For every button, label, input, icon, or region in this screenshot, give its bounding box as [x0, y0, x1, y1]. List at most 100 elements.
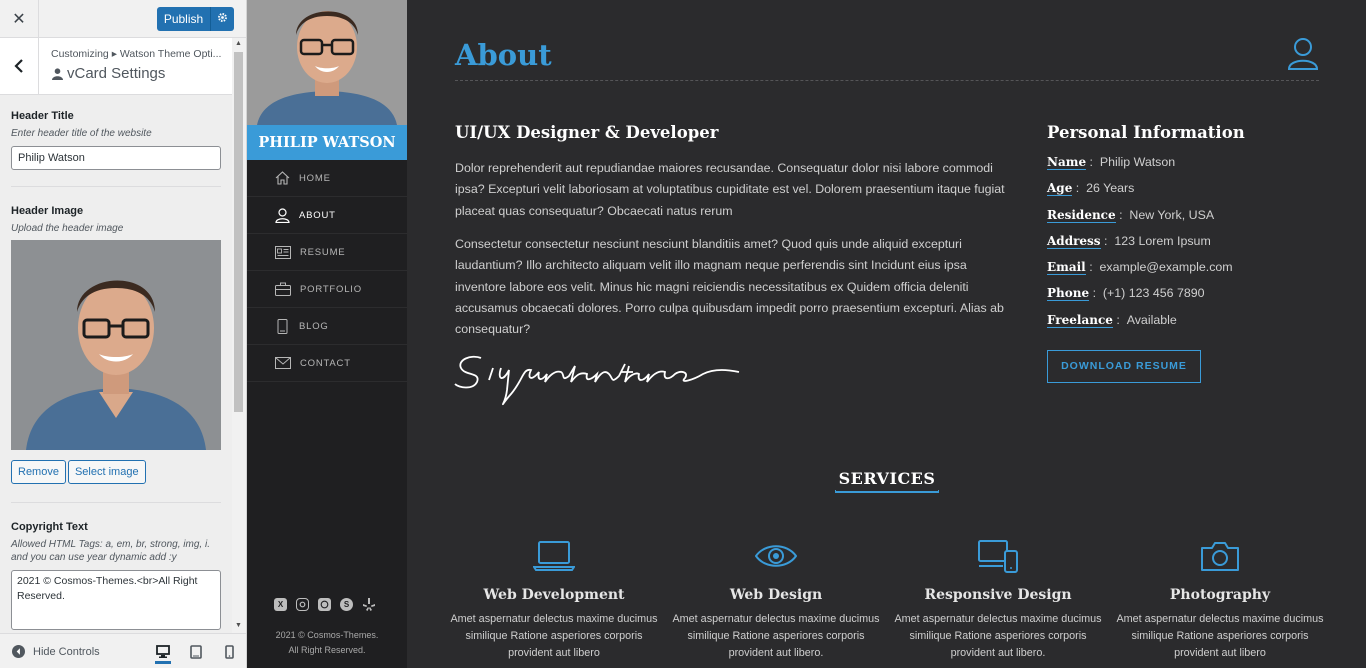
info-row: Name : Philip Watson: [1047, 155, 1176, 170]
customizer-controls: Header Title Enter header title of the w…: [0, 95, 232, 633]
nav-item-resume[interactable]: RESUME: [247, 234, 407, 271]
info-row: Phone : (+1) 123 456 7890: [1047, 286, 1205, 302]
nav-item-contact[interactable]: CONTACT: [247, 345, 407, 382]
header-image-preview: [11, 240, 221, 450]
service-description: Amet aspernatur delectus maxime ducimus …: [450, 613, 658, 659]
close-customizer-button[interactable]: ✕: [0, 0, 39, 37]
about-paragraph-2: Consectetur consectetur nesciunt nesciun…: [455, 237, 1004, 337]
info-value: Philip Watson: [1099, 155, 1176, 169]
camera-icon: [1109, 537, 1331, 575]
profile-portrait: [247, 0, 407, 125]
copyright-label: Copyright Text: [11, 521, 88, 533]
mobile-preview-button[interactable]: [221, 644, 237, 660]
user-icon: [52, 67, 63, 80]
collapse-arrow-icon[interactable]: [12, 645, 25, 658]
personal-info-list: Name : Philip Watson Age : 26 Years Resi…: [1047, 155, 1233, 339]
customizer-scrollbar[interactable]: ▲ ▼: [232, 38, 246, 633]
service-card: Responsive Design Amet aspernatur delect…: [887, 537, 1109, 662]
back-button[interactable]: [0, 38, 39, 94]
nav-label[interactable]: PORTFOLIO: [300, 284, 362, 295]
social-links: X S: [274, 598, 375, 611]
info-row: Address : 123 Lorem Ipsum: [1047, 233, 1211, 249]
service-card: Photography Amet aspernatur delectus max…: [1109, 537, 1331, 662]
whatsapp-icon[interactable]: [318, 598, 331, 611]
scroll-down-icon[interactable]: ▼: [235, 622, 242, 629]
services-underline: [835, 490, 939, 493]
main-content: About UI/UX Designer & Developer Dolor r…: [407, 0, 1366, 668]
header-image-control: Header Image Upload the header image Rem…: [11, 205, 221, 484]
signature-image: [453, 350, 743, 419]
customizer-section-header: Customizing ▸ Watson Theme Opti... vCard…: [0, 38, 232, 95]
customizer-panel: ✕ Publish Customizing ▸ Watson Theme Opt…: [0, 0, 247, 668]
publish-settings-gear-icon[interactable]: [211, 12, 234, 26]
breadcrumb: Customizing ▸ Watson Theme Opti...: [51, 48, 222, 60]
info-row: Freelance : Available: [1047, 312, 1177, 328]
header-title-label: Header Title: [11, 110, 74, 122]
publish-label[interactable]: Publish: [157, 7, 211, 31]
service-card: Web Development Amet aspernatur delectus…: [443, 537, 665, 662]
yelp-icon[interactable]: [362, 598, 375, 611]
envelope-icon: [275, 357, 291, 369]
info-key: Residence: [1047, 207, 1116, 223]
scrollbar-thumb[interactable]: [234, 52, 243, 412]
tablet-preview-button[interactable]: [188, 644, 204, 660]
remove-image-button[interactable]: Remove: [11, 460, 66, 484]
tablet-icon[interactable]: [190, 645, 202, 659]
vcard-sidebar: PHILIP WATSON HOME ABOUT RESUME PORTFOLI…: [247, 0, 407, 668]
download-resume-button[interactable]: DOWNLOAD RESUME: [1047, 350, 1201, 383]
header-title-input[interactable]: [11, 146, 221, 170]
nav-item-blog[interactable]: BLOG: [247, 308, 407, 345]
service-name: Photography: [1169, 587, 1271, 603]
section-title-text: vCard Settings: [67, 65, 166, 82]
divider: [11, 502, 221, 503]
hide-controls-label[interactable]: Hide Controls: [33, 646, 100, 658]
copyright-textarea[interactable]: 2021 © Cosmos-Themes.<br>All Right Reser…: [11, 570, 221, 630]
info-value: (+1) 123 456 7890: [1102, 286, 1205, 301]
service-name: Web Development: [483, 587, 625, 603]
nav-label[interactable]: CONTACT: [300, 358, 351, 369]
resume-icon: [275, 245, 291, 259]
skype-icon[interactable]: S: [340, 598, 353, 611]
nav-item-home[interactable]: HOME: [247, 160, 407, 197]
scroll-up-icon[interactable]: ▲: [235, 40, 242, 47]
nav-label[interactable]: BLOG: [299, 321, 329, 332]
info-value: New York, USA: [1129, 207, 1215, 222]
instagram-icon[interactable]: [296, 598, 309, 611]
hide-controls-button[interactable]: Hide Controls: [12, 645, 100, 658]
page-title: About: [455, 38, 552, 72]
info-value: Available: [1126, 312, 1177, 327]
divider: [11, 186, 221, 187]
role-heading: UI/UX Designer & Developer: [455, 123, 719, 142]
header-title-description: Enter header title of the website: [11, 128, 152, 139]
nav-item-portfolio[interactable]: PORTFOLIO: [247, 271, 407, 308]
nav-label[interactable]: HOME: [299, 173, 331, 184]
laptop-icon: [443, 537, 665, 575]
nav-label[interactable]: ABOUT: [299, 210, 336, 221]
copyright-line-1: 2021 © Cosmos-Themes.: [275, 630, 379, 640]
header-title-control: Header Title Enter header title of the w…: [11, 110, 221, 170]
desktop-preview-button[interactable]: [155, 642, 171, 664]
portrait-image: [11, 240, 221, 450]
info-key: Name: [1047, 155, 1087, 170]
select-image-button[interactable]: Select image: [67, 460, 146, 484]
user-icon: [275, 207, 290, 223]
info-key: Age: [1047, 181, 1073, 197]
tablet-icon: [277, 318, 288, 334]
service-description: Amet aspernatur delectus maxime ducimus …: [894, 613, 1102, 659]
publish-button[interactable]: Publish: [157, 7, 234, 31]
mobile-icon[interactable]: [224, 645, 234, 659]
nav-item-about[interactable]: ABOUT: [247, 197, 407, 234]
info-key: Freelance: [1047, 312, 1113, 328]
info-value: example@example.com: [1099, 260, 1233, 275]
title-divider: [455, 80, 1319, 81]
xing-icon[interactable]: X: [274, 598, 287, 611]
briefcase-icon: [275, 282, 291, 296]
copyright-control: Copyright Text Allowed HTML Tags: a, em,…: [11, 521, 221, 630]
header-image-description: Upload the header image: [11, 223, 124, 234]
chevron-left-icon[interactable]: [14, 59, 24, 73]
info-value: 26 Years: [1086, 181, 1135, 196]
desktop-icon[interactable]: [156, 645, 170, 658]
section-title: vCard Settings: [52, 65, 165, 82]
service-name: Responsive Design: [924, 587, 1072, 603]
nav-label[interactable]: RESUME: [300, 247, 345, 258]
